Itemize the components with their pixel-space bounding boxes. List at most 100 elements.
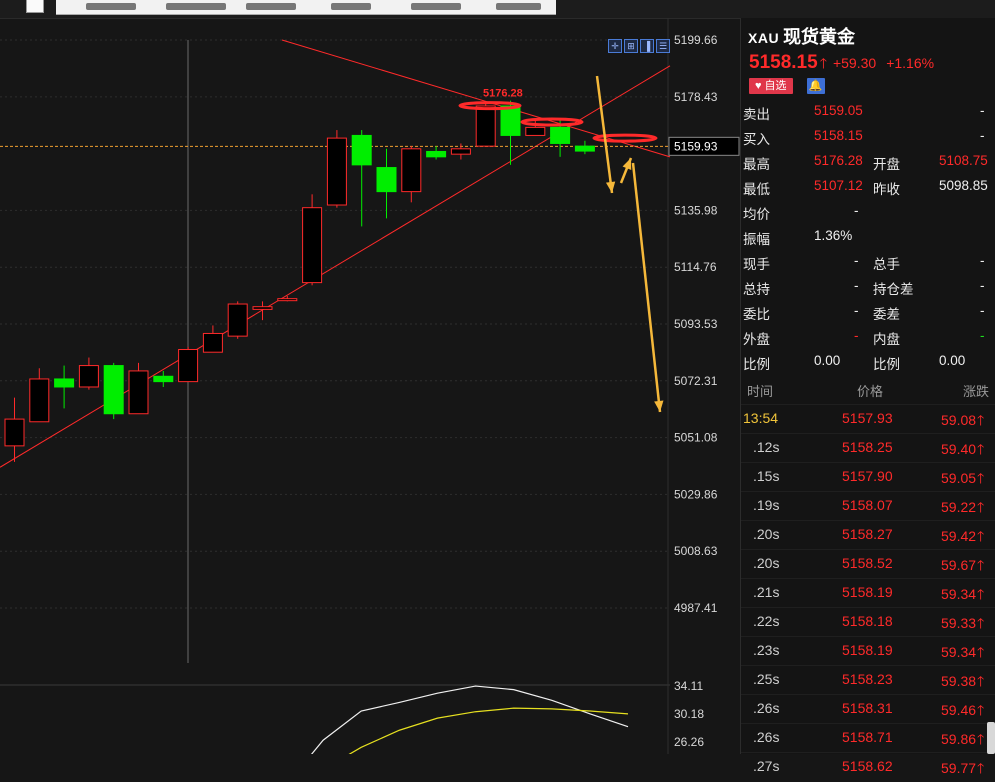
indicator-icon[interactable]: ▐ — [640, 39, 654, 53]
tick-row[interactable]: .20s 5158.52 59.67🡑 — [741, 549, 995, 578]
quote-value: - — [854, 203, 859, 218]
quote-label: 买入 — [743, 132, 770, 147]
quote-value: - — [854, 328, 859, 343]
candle-body — [29, 378, 50, 423]
tick-time: .25s — [753, 671, 780, 687]
quote-label: 比例 — [743, 357, 770, 372]
candle-body — [326, 137, 347, 206]
ticks-header-price: 价格 — [857, 384, 884, 399]
tick-row[interactable]: .27s 5158.62 59.77🡑 — [741, 752, 995, 781]
tick-row[interactable]: .26s 5158.71 59.86🡑 — [741, 723, 995, 752]
tick-time: .20s — [753, 555, 780, 571]
price-tick-label: 5051.08 — [674, 431, 718, 445]
tick-change-value: 59.38 — [941, 673, 977, 689]
tick-time: .20s — [753, 526, 780, 542]
tick-change: 59.46🡑 — [941, 700, 984, 724]
candle-body — [202, 332, 223, 353]
arrow-head — [622, 158, 632, 170]
tick-price: 5158.27 — [842, 526, 893, 542]
indicator-slow-line — [302, 707, 629, 782]
tick-time: .26s — [753, 729, 780, 745]
quote-value: - — [980, 328, 985, 343]
candle-body — [227, 303, 248, 337]
tick-change: 59.05🡑 — [941, 468, 984, 492]
up-arrow-icon: 🡑 — [977, 499, 985, 515]
quote-label: 昨收 — [873, 182, 900, 197]
price-tick-label: 5072.31 — [674, 374, 718, 388]
up-arrow-icon: 🡑 — [977, 412, 985, 428]
candle-body — [277, 298, 298, 302]
tick-price: 5157.93 — [842, 410, 893, 426]
up-arrow-icon: 🡑 — [977, 731, 985, 747]
tick-change-value: 59.46 — [941, 702, 977, 718]
up-arrow-icon: 🡑 — [977, 673, 985, 689]
quote-row: 振幅 1.36% — [741, 224, 995, 249]
quote-label: 总持 — [743, 282, 770, 297]
quote-label: 均价 — [743, 207, 770, 222]
toolbar-checkbox[interactable] — [26, 0, 44, 13]
quote-value: - — [980, 303, 985, 318]
tick-list[interactable]: 13:54 5157.93 59.08🡑 .12s 5158.25 59.40🡑 .15s 5… — [741, 404, 995, 781]
candle-body — [153, 375, 174, 383]
heart-icon: ♥ — [755, 80, 762, 92]
forecast-arrow — [631, 162, 662, 413]
quote-value: - — [854, 253, 859, 268]
tick-row[interactable]: .20s 5158.27 59.42🡑 — [741, 520, 995, 549]
crosshair-icon[interactable]: ✛ — [608, 39, 622, 53]
candle-body — [302, 207, 323, 284]
candle-body — [401, 148, 422, 193]
tick-time: .23s — [753, 642, 780, 658]
add-favorite-button[interactable]: ♥ 自选 — [749, 78, 793, 94]
tick-row[interactable]: .19s 5158.07 59.22🡑 — [741, 491, 995, 520]
tick-row[interactable]: .15s 5157.90 59.05🡑 — [741, 462, 995, 491]
quote-label: 振幅 — [743, 232, 770, 247]
quote-row: 比例 0.00 比例 0.00 — [741, 349, 995, 374]
tick-change: 59.42🡑 — [941, 526, 984, 550]
tick-row[interactable]: .22s 5158.18 59.33🡑 — [741, 607, 995, 636]
tick-price: 5158.71 — [842, 729, 893, 745]
toolbar-tab-strip[interactable] — [56, 0, 556, 15]
tick-row[interactable]: .25s 5158.23 59.38🡑 — [741, 665, 995, 694]
candle-body — [351, 134, 372, 166]
quote-label: 开盘 — [873, 157, 900, 172]
tick-change-value: 59.05 — [941, 470, 977, 486]
quote-label: 最高 — [743, 157, 770, 172]
quote-row: 总持 - 持仓差 - — [741, 274, 995, 299]
up-arrow-icon: 🡑 — [977, 528, 985, 544]
candle-body — [525, 126, 546, 136]
candle-body — [103, 365, 124, 415]
quote-value: - — [980, 128, 985, 143]
candlestick-chart[interactable]: 5199.66 5178.43 5135.98 5114.76 5093.53 5072.… — [0, 18, 740, 782]
up-arrow-icon: 🡑 — [819, 55, 827, 71]
tick-row[interactable]: .12s 5158.25 59.40🡑 — [741, 433, 995, 462]
tick-price: 5158.62 — [842, 758, 893, 774]
quote-label: 总手 — [873, 257, 900, 272]
alert-button[interactable]: 🔔 — [806, 78, 825, 94]
settings-icon[interactable]: ☰ — [656, 39, 670, 53]
tick-change: 59.33🡑 — [941, 613, 984, 637]
tick-row[interactable]: .26s 5158.31 59.46🡑 — [741, 694, 995, 723]
quote-row: 最低 5107.12 昨收 5098.85 — [741, 174, 995, 199]
tick-price: 5158.18 — [842, 613, 893, 629]
tick-row[interactable]: 13:54 5157.93 59.08🡑 — [741, 404, 995, 433]
tick-row[interactable]: .23s 5158.19 59.34🡑 — [741, 636, 995, 665]
tick-list-scrollbar[interactable] — [987, 722, 995, 754]
tick-price: 5158.23 — [842, 671, 893, 687]
highlight-ellipse — [520, 117, 584, 127]
up-arrow-icon: 🡑 — [977, 615, 985, 631]
candle-body — [376, 167, 397, 193]
tick-time: 13:54 — [743, 410, 779, 426]
quote-value: - — [980, 253, 985, 268]
quote-label: 最低 — [743, 182, 770, 197]
quote-label: 内盘 — [873, 332, 900, 347]
candle-body — [500, 105, 521, 136]
grid-icon[interactable]: ⊞ — [624, 39, 638, 53]
tick-change: 59.40🡑 — [941, 439, 984, 463]
candle-body — [178, 349, 199, 383]
up-arrow-icon: 🡑 — [977, 644, 985, 660]
tick-price: 5158.31 — [842, 700, 893, 716]
symbol-code: XAU — [748, 30, 780, 46]
quote-value: 5108.75 — [939, 153, 988, 168]
candle-body — [252, 306, 273, 310]
tick-row[interactable]: .21s 5158.19 59.34🡑 — [741, 578, 995, 607]
